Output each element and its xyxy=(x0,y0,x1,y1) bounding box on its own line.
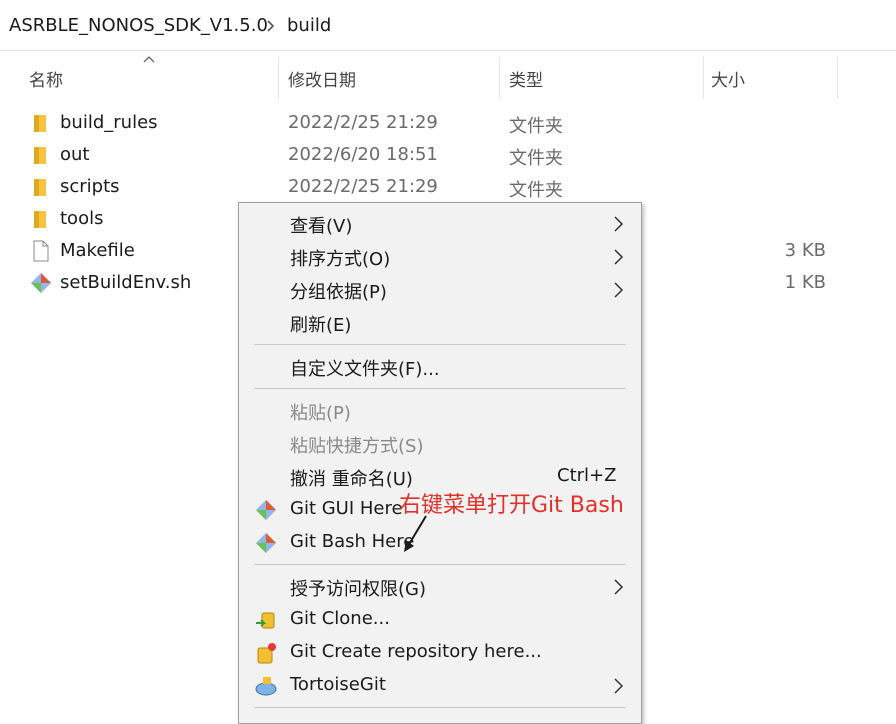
file-name: tools xyxy=(60,208,104,229)
column-name[interactable]: 名称 xyxy=(29,66,63,91)
menu-item-label: 自定义文件夹(F)... xyxy=(290,359,440,380)
folder-icon xyxy=(34,115,46,132)
file-type: 文件夹 xyxy=(509,180,563,201)
git-create-repo-icon xyxy=(257,643,276,664)
file-date: 2022/6/20 18:51 xyxy=(288,144,438,165)
menu-item-label: Git GUI Here xyxy=(290,498,403,519)
menu-item-label: 粘贴(P) xyxy=(290,403,351,424)
chevron-right-icon xyxy=(614,249,624,265)
chevron-right-icon xyxy=(614,216,624,232)
menu-item-shortcut: Ctrl+Z xyxy=(557,465,617,486)
file-size: 3 KB xyxy=(784,240,826,261)
menu-item-view[interactable]: 查看(V) xyxy=(239,207,641,240)
column-divider[interactable] xyxy=(703,57,704,99)
column-divider[interactable] xyxy=(278,57,279,99)
menu-item-label: 授予访问权限(G) xyxy=(290,579,426,600)
menu-item-group[interactable]: 分组依据(P) xyxy=(239,273,641,306)
menu-item-sort[interactable]: 排序方式(O) xyxy=(239,240,641,273)
file-type: 文件夹 xyxy=(509,116,563,137)
menu-item-label: Git Bash Here xyxy=(290,531,415,552)
menu-item-label: 查看(V) xyxy=(290,216,353,237)
menu-item-git-clone[interactable]: Git Clone... xyxy=(239,603,641,636)
menu-item-customize-folder[interactable]: 自定义文件夹(F)... xyxy=(239,350,641,383)
menu-item-git-create-repo[interactable]: Git Create repository here... xyxy=(239,636,641,669)
menu-item-tortoisegit[interactable]: TortoiseGit xyxy=(239,669,641,702)
breadcrumb-root[interactable]: ASRBLE_NONOS_SDK_V1.5.0 xyxy=(9,15,268,36)
file-icon xyxy=(33,240,49,262)
file-row-build-rules[interactable]: build_rules 2022/2/25 21:29 文件夹 xyxy=(0,108,896,140)
folder-icon xyxy=(34,211,46,228)
folder-icon xyxy=(34,147,46,164)
chevron-right-icon[interactable] xyxy=(266,20,275,32)
file-name: out xyxy=(60,144,90,165)
menu-item-label: Git Clone... xyxy=(290,608,390,629)
column-divider[interactable] xyxy=(499,57,500,99)
file-row-out[interactable]: out 2022/6/20 18:51 文件夹 xyxy=(0,140,896,172)
git-icon xyxy=(256,533,276,553)
chevron-right-icon xyxy=(614,579,624,595)
menu-separator xyxy=(254,388,626,389)
chevron-right-icon xyxy=(614,282,624,298)
git-icon xyxy=(256,500,276,520)
file-size: 1 KB xyxy=(784,272,826,293)
menu-item-label: 刷新(E) xyxy=(290,315,352,336)
git-clone-icon xyxy=(256,612,275,629)
tortoisegit-icon xyxy=(255,677,277,696)
menu-item-refresh[interactable]: 刷新(E) xyxy=(239,306,641,339)
menu-item-label: 粘贴快捷方式(S) xyxy=(290,436,424,457)
column-header: 名称 修改日期 类型 大小 xyxy=(0,51,896,105)
folder-icon xyxy=(34,179,46,196)
file-date: 2022/2/25 21:29 xyxy=(288,112,438,133)
column-size[interactable]: 大小 xyxy=(711,66,745,91)
menu-separator xyxy=(254,564,626,565)
menu-item-label: TortoiseGit xyxy=(290,674,386,695)
menu-item-label: Git Create repository here... xyxy=(290,641,542,662)
annotation-arrow-icon xyxy=(404,515,427,552)
column-date[interactable]: 修改日期 xyxy=(288,66,356,91)
file-name: Makefile xyxy=(60,240,135,261)
chevron-right-icon xyxy=(614,678,624,694)
menu-item-git-bash[interactable]: Git Bash Here xyxy=(239,526,641,559)
breadcrumb-current[interactable]: build xyxy=(287,15,331,36)
file-type: 文件夹 xyxy=(509,148,563,169)
file-date: 2022/2/25 21:29 xyxy=(288,176,438,197)
file-row-scripts[interactable]: scripts 2022/2/25 21:29 文件夹 xyxy=(0,172,896,204)
address-breadcrumb: ASRBLE_NONOS_SDK_V1.5.0 build xyxy=(0,0,896,51)
menu-item-paste[interactable]: 粘贴(P) xyxy=(239,394,641,427)
menu-separator xyxy=(254,344,626,345)
menu-item-grant-access[interactable]: 授予访问权限(G) xyxy=(239,570,641,603)
menu-item-label: 撤消 重命名(U) xyxy=(290,469,413,490)
file-name: scripts xyxy=(60,176,120,197)
file-name: setBuildEnv.sh xyxy=(60,272,192,293)
context-menu: 查看(V) 排序方式(O) 分组依据(P) 刷新(E) 自定义文件夹(F)...… xyxy=(238,202,642,724)
git-file-icon xyxy=(31,273,51,293)
column-type[interactable]: 类型 xyxy=(509,66,543,91)
file-name: build_rules xyxy=(60,112,158,133)
menu-item-label: 排序方式(O) xyxy=(290,249,391,270)
sort-up-icon xyxy=(143,56,155,63)
menu-item-paste-shortcut[interactable]: 粘贴快捷方式(S) xyxy=(239,427,641,460)
column-divider[interactable] xyxy=(837,57,838,99)
menu-item-label: 分组依据(P) xyxy=(290,282,387,303)
